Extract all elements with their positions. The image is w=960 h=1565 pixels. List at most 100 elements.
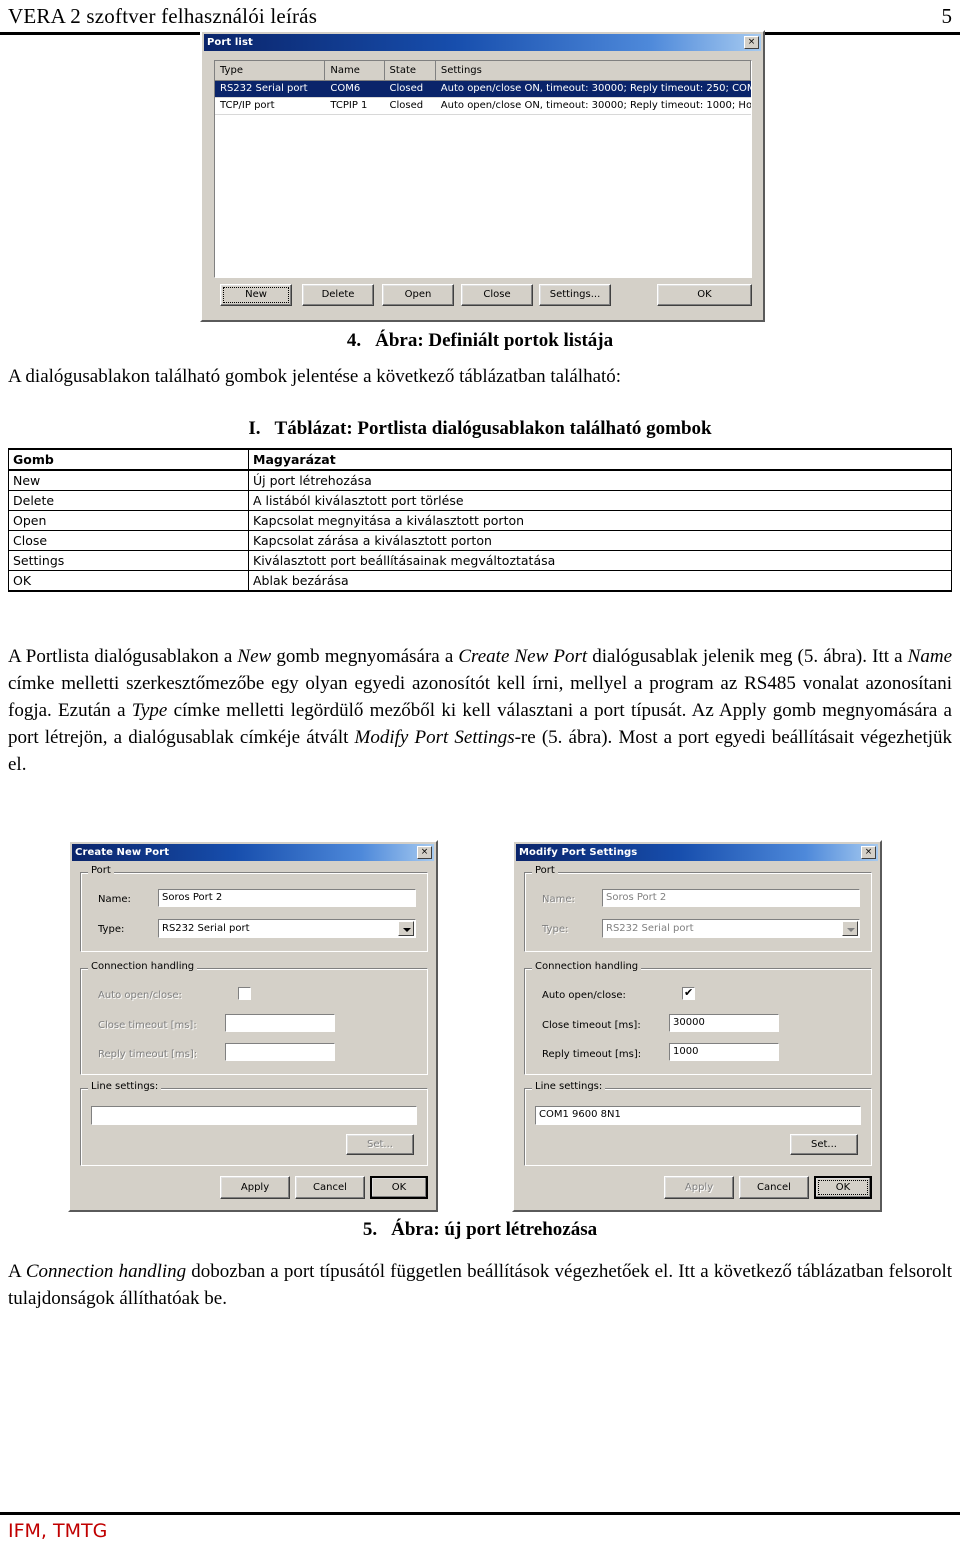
auto-open-close-checkbox[interactable] [238,987,251,1000]
chevron-down-icon[interactable] [842,921,858,936]
type-label: Type: [98,924,125,935]
cell-name: COM6 [330,83,361,94]
page-header: VERA 2 szoftver felhasználói leírás 5 [0,0,960,34]
footer-text: IFM, TMTG [8,1520,108,1542]
column-header-magyarazat: Magyarázat [248,448,952,471]
name-label: Name: [542,894,575,905]
figure-4-number: 4. [346,330,362,351]
reply-timeout-input[interactable]: 1000 [669,1043,779,1061]
cell-magyarazat: Új port létrehozása [248,469,952,491]
cell-magyarazat: Kapcsolat megnyitása a kiválasztott port… [248,510,952,531]
set-button[interactable]: Set... [790,1134,858,1155]
column-header-name[interactable]: Name [325,61,385,80]
auto-open-close-label: Auto open/close: [542,990,626,1001]
port-list-header-row: Type Name State Settings [215,61,751,81]
close-timeout-input[interactable] [225,1014,335,1032]
para1-seg1: A Portlista dialógusablakon a [8,646,238,667]
type-dropdown[interactable]: RS232 Serial port [158,919,416,938]
para1-seg3: dialógusablak jelenik meg (5. ábra). Itt… [587,646,908,667]
cell-gomb: OK [8,570,249,592]
cell-magyarazat: Ablak bezárása [248,570,952,592]
line-settings-input[interactable] [91,1106,417,1125]
line-settings-input[interactable]: COM1 9600 8N1 [535,1106,861,1125]
modify-port-titlebar: Modify Port Settings × [516,844,878,861]
cell-state: Closed [389,83,424,94]
delete-button[interactable]: Delete [302,284,374,306]
table-1-title: I. Táblázat: Portlista dialógusablakon ta… [0,418,960,440]
cell-gomb: Open [8,510,249,531]
ok-button[interactable]: OK [370,1176,428,1199]
settings-button[interactable]: Settings... [539,284,611,306]
close-timeout-label: Close timeout [ms]: [98,1020,197,1031]
cell-gomb: Settings [8,550,249,571]
name-input[interactable]: Soros Port 2 [158,889,416,907]
name-label: Name: [98,894,131,905]
cell-state: Closed [389,100,424,111]
table-row: Delete A listából kiválasztott port törl… [8,490,952,511]
port-list-dialog: Port list × Type Name State Settings RS2… [200,30,765,322]
port-groupbox: Port [80,865,428,952]
name-input[interactable]: Soros Port 2 [602,889,860,907]
column-header-state[interactable]: State [384,61,436,80]
apply-button[interactable]: Apply [664,1176,734,1199]
open-button[interactable]: Open [382,284,454,306]
create-new-port-titlebar: Create New Port × [72,844,434,861]
cell-type: RS232 Serial port [220,83,308,94]
new-button[interactable]: New [220,284,292,306]
port-groupbox-label: Port [532,865,558,876]
figure-4-text: Ábra: Definiált portok listája [375,330,614,351]
modify-port-settings-dialog: Modify Port Settings × Port Name: Soros … [512,840,882,1212]
page-number: 5 [941,4,953,28]
reply-timeout-label: Reply timeout [ms]: [98,1049,198,1060]
reply-timeout-input[interactable] [225,1043,335,1061]
cell-magyarazat: Kiválasztott port beállításainak megvált… [248,550,952,571]
para1-seg2: gomb megnyomására a [271,646,459,667]
apply-button[interactable]: Apply [220,1176,290,1199]
cancel-button[interactable]: Cancel [739,1176,809,1199]
table-row[interactable]: TCP/IP port TCPIP 1 Closed Auto open/clo… [215,98,751,115]
port-groupbox-label: Port [88,865,114,876]
chevron-down-icon[interactable] [398,921,414,936]
type-dropdown[interactable]: RS232 Serial port [602,919,860,938]
auto-open-close-label: Auto open/close: [98,990,182,1001]
ok-button[interactable]: OK [814,1176,872,1199]
column-header-settings[interactable]: Settings [435,61,751,80]
cell-gomb: Delete [8,490,249,511]
line-settings-label: Line settings: [88,1081,162,1092]
set-button[interactable]: Set... [346,1134,414,1155]
paragraph-create-new-port: A Portlista dialógusablakon a New gomb m… [8,643,952,778]
para2-seg1: A [8,1261,26,1282]
cancel-button[interactable]: Cancel [295,1176,365,1199]
close-timeout-input[interactable]: 30000 [669,1014,779,1032]
auto-open-close-checkbox[interactable] [682,986,695,1000]
close-icon[interactable]: × [861,846,876,859]
ok-button[interactable]: OK [657,284,752,306]
figure-5-text: Ábra: új port létrehozása [391,1219,598,1240]
type-dropdown-value: RS232 Serial port [606,923,694,934]
create-new-port-dialog: Create New Port × Port Name: Soros Port … [68,840,438,1212]
para2-em-connection-handling: Connection handling [25,1261,187,1282]
close-icon[interactable]: × [744,36,759,49]
cell-name: TCPIP 1 [330,100,368,111]
figure-4-caption: 4. Ábra: Definiált portok listája [0,330,960,352]
cell-magyarazat: A listából kiválasztott port törlése [248,490,952,511]
column-header-type[interactable]: Type [215,61,326,80]
type-dropdown-value: RS232 Serial port [162,923,250,934]
table-row: Settings Kiválasztott port beállításaina… [8,550,952,571]
port-groupbox: Port [524,865,872,952]
intro-paragraph: A dialógusablakon található gombok jelen… [8,366,622,387]
para1-em-modify-port-settings: Modify Port Settings [354,727,515,748]
close-icon[interactable]: × [417,846,432,859]
table-row[interactable]: RS232 Serial port COM6 Closed Auto open/… [215,81,751,98]
close-button[interactable]: Close [461,284,533,306]
line-settings-label: Line settings: [532,1081,606,1092]
buttons-explanation-table: Gomb Magyarázat New Új port létrehozása … [8,448,952,592]
port-list-table[interactable]: Type Name State Settings RS232 Serial po… [214,60,752,278]
paragraph-connection-handling: A Connection handling dobozban a port tí… [8,1258,952,1312]
para1-em-type: Type [131,700,168,721]
figure-5-caption: 5. Ábra: új port létrehozása [0,1219,960,1241]
para1-em-name: Name [907,646,952,667]
close-timeout-label: Close timeout [ms]: [542,1020,641,1031]
connection-handling-label: Connection handling [532,961,642,972]
connection-handling-label: Connection handling [88,961,198,972]
